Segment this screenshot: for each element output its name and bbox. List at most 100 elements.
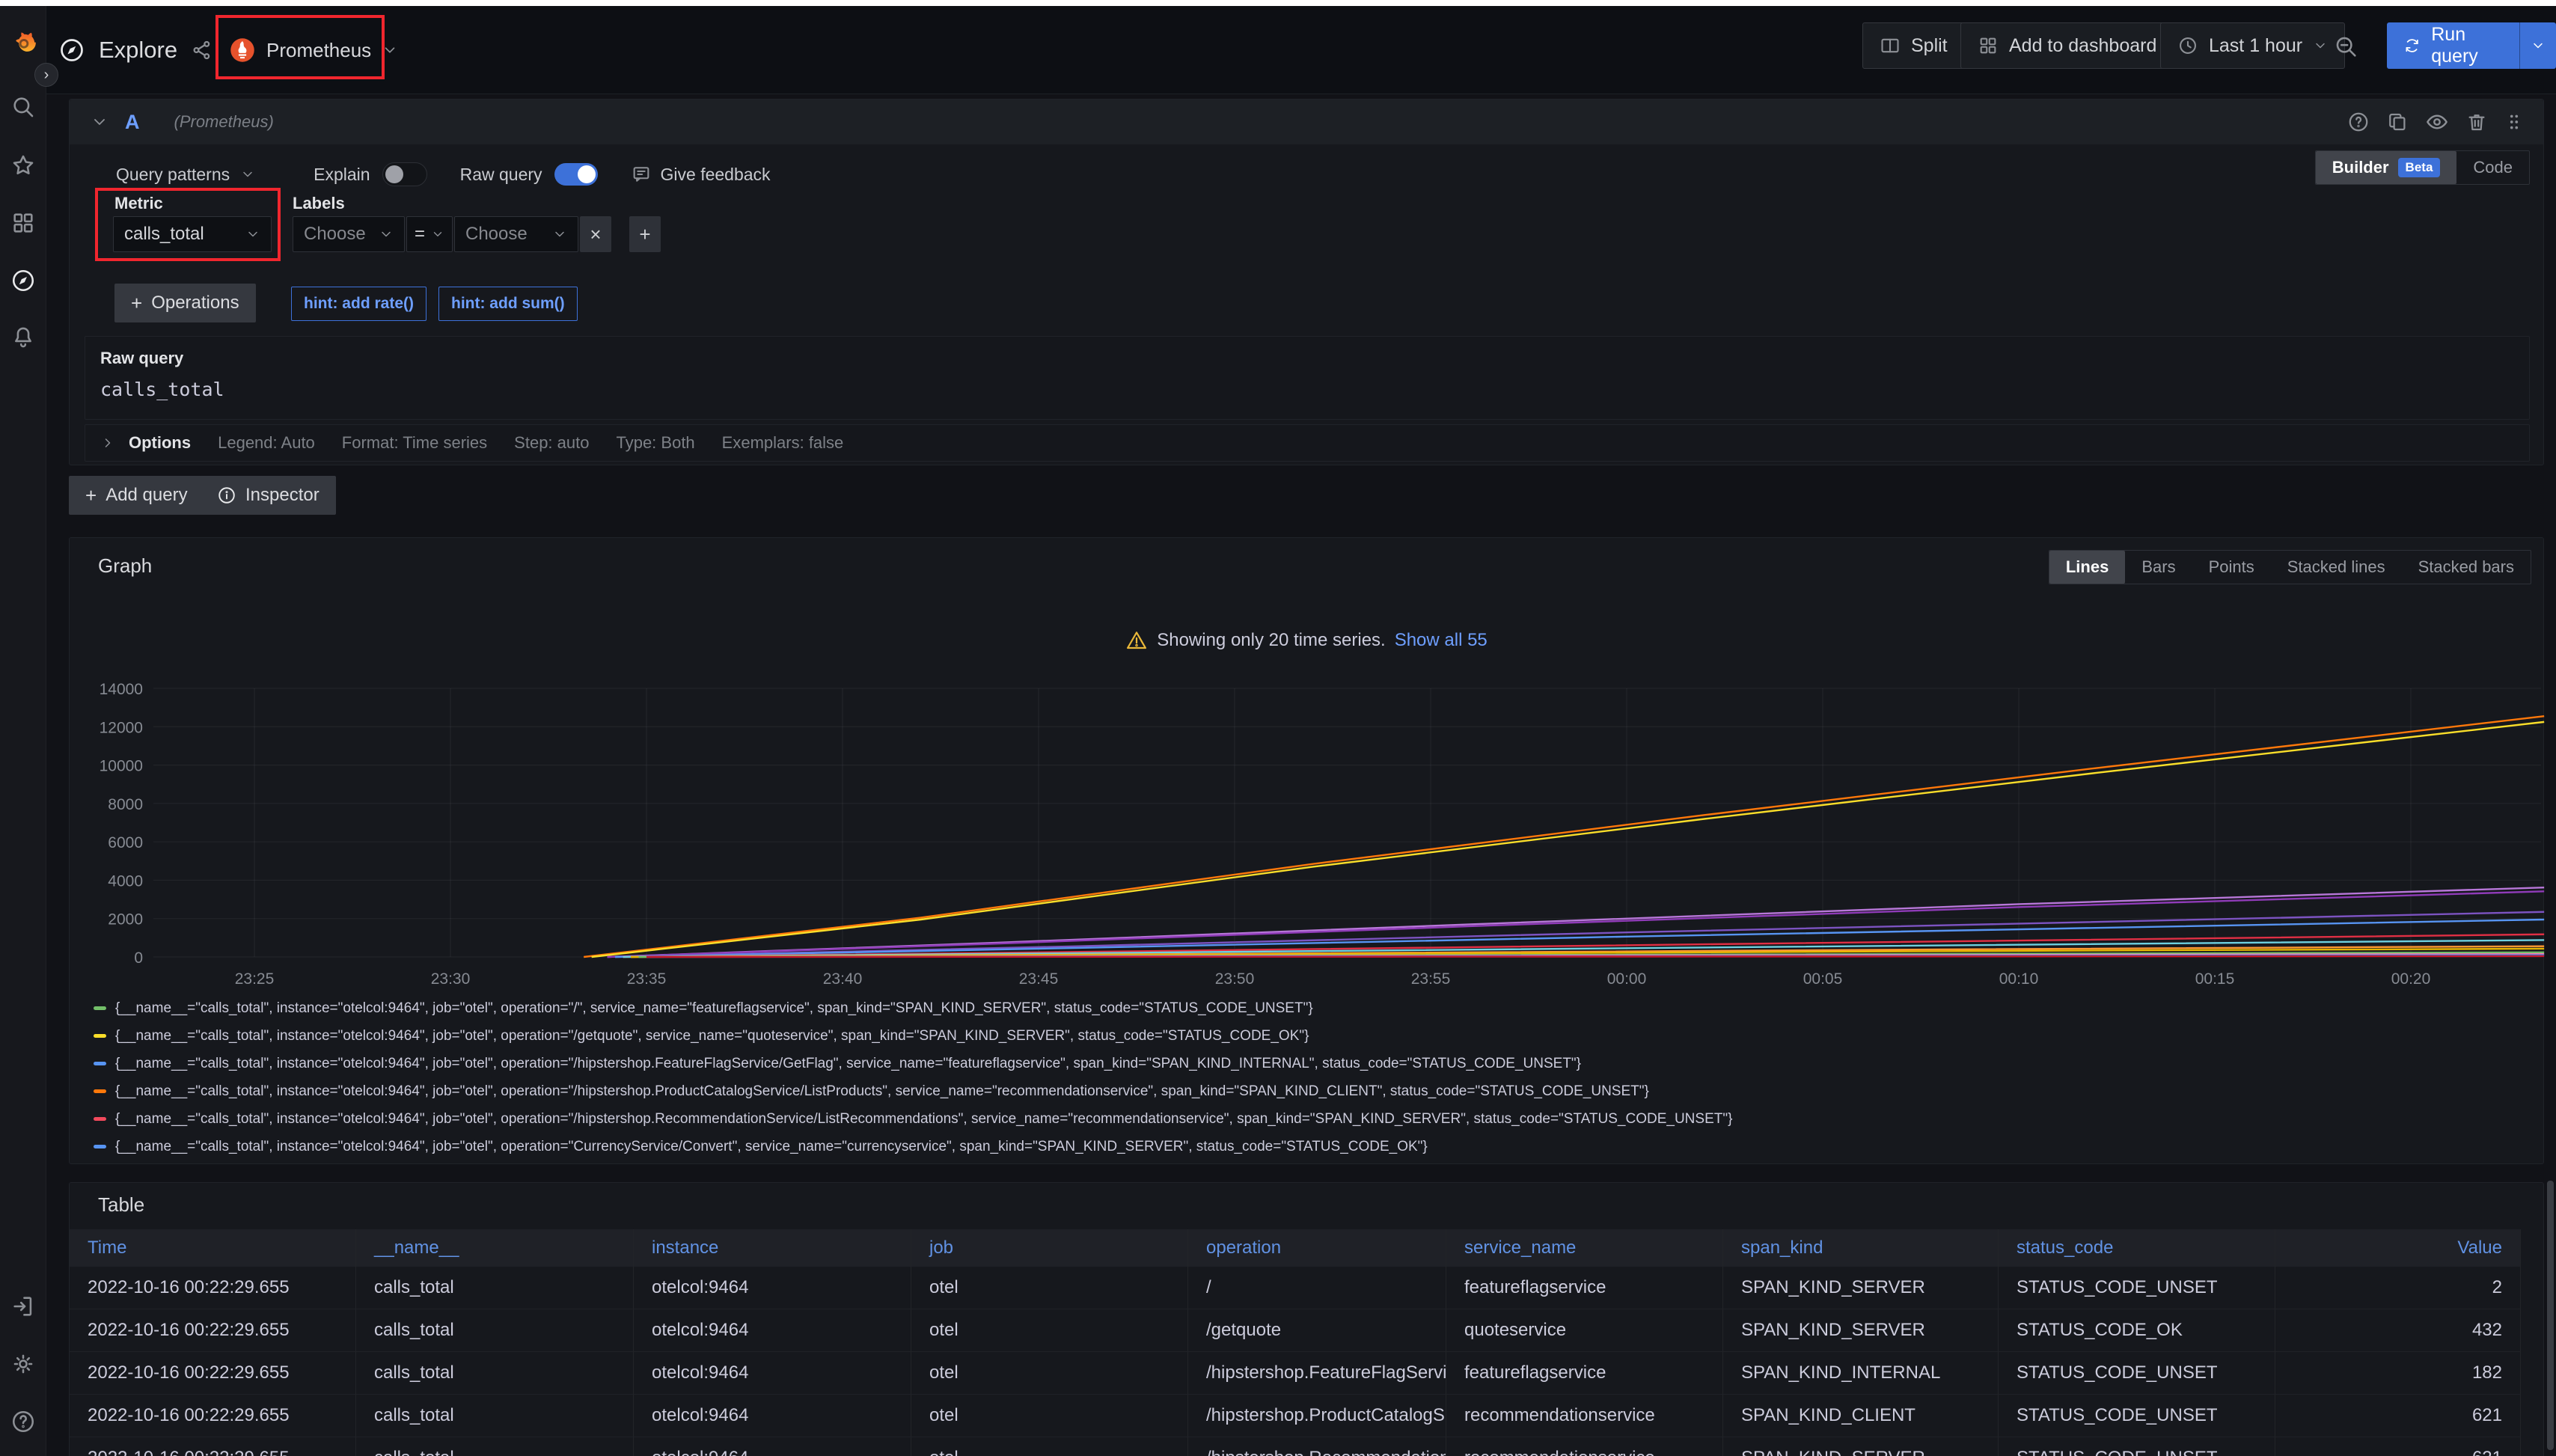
column-header-time[interactable]: Time <box>70 1229 356 1267</box>
graph-style-tab-lines[interactable]: Lines <box>2049 551 2125 584</box>
table-panel-title: Table <box>98 1193 144 1217</box>
refresh-icon <box>2403 35 2421 56</box>
table-cell: STATUS_CODE_OK <box>1999 1309 2275 1352</box>
table-cell: 2022-10-16 00:22:29.655 <box>70 1437 356 1456</box>
graph-style-tab-stacked-bars[interactable]: Stacked bars <box>2402 551 2531 584</box>
sidebar-expand-button[interactable]: › <box>34 63 58 87</box>
operations-button[interactable]: + Operations <box>114 284 256 322</box>
eye-icon[interactable] <box>2425 110 2449 134</box>
run-query-button[interactable]: Run query <box>2387 22 2556 69</box>
metric-select[interactable]: calls_total <box>113 216 272 252</box>
page-scrollbar[interactable] <box>2547 1181 2554 1450</box>
legend-series-label: {__name__="calls_total", instance="otelc… <box>115 1111 1732 1128</box>
alerting-bell-icon[interactable] <box>10 325 36 350</box>
run-query-label: Run query <box>2431 24 2503 67</box>
inspector-button[interactable]: Inspector <box>201 476 336 515</box>
query-patterns-dropdown[interactable]: Query patterns <box>116 165 255 185</box>
drag-handle-icon[interactable] <box>2504 111 2524 133</box>
graph-style-tab-bars[interactable]: Bars <box>2125 551 2192 584</box>
search-icon[interactable] <box>10 94 36 120</box>
option-summary-item: Step: auto <box>514 433 589 453</box>
legend-item[interactable]: {__name__="calls_total", instance="otelc… <box>94 1077 2528 1105</box>
table-cell: 621 <box>2275 1395 2521 1437</box>
graph-style-tabs: LinesBarsPointsStacked linesStacked bars <box>2049 550 2531 584</box>
column-header---name--[interactable]: __name__ <box>356 1229 634 1267</box>
table-cell: SPAN_KIND_SERVER <box>1723 1309 1999 1352</box>
column-header-status-code[interactable]: status_code <box>1999 1229 2275 1267</box>
table-row[interactable]: 2022-10-16 00:22:29.655calls_totalotelco… <box>70 1267 2545 1309</box>
query-row-header[interactable]: A (Prometheus) <box>70 100 2543 144</box>
copy-icon[interactable] <box>2386 111 2409 133</box>
dashboards-icon[interactable] <box>10 210 36 236</box>
table-cell: calls_total <box>356 1267 634 1309</box>
raw-query-toggle[interactable] <box>554 163 598 186</box>
label-key-select[interactable]: Choose <box>293 216 405 252</box>
grafana-logo[interactable] <box>9 28 37 58</box>
builder-mode-tab[interactable]: Builder Beta <box>2316 151 2457 184</box>
query-editor-panel: A (Prometheus) Query patterns <box>69 99 2544 465</box>
datasource-picker[interactable]: Prometheus <box>229 25 398 75</box>
legend-item[interactable]: {__name__="calls_total", instance="otelc… <box>94 1050 2528 1077</box>
query-options-row[interactable]: Options Legend: AutoFormat: Time seriesS… <box>85 424 2530 462</box>
column-header-value[interactable]: Value <box>2275 1229 2521 1267</box>
add-label-filter-button[interactable]: + <box>629 216 661 252</box>
show-all-series-link[interactable]: Show all 55 <box>1395 630 1488 651</box>
star-icon[interactable] <box>10 153 36 178</box>
query-hint-button-1[interactable]: hint: add rate() <box>291 287 426 321</box>
legend-item[interactable]: {__name__="calls_total", instance="otelc… <box>94 1022 2528 1050</box>
chevron-down-icon <box>552 227 567 242</box>
table-cell: SPAN_KIND_CLIENT <box>1723 1395 1999 1437</box>
label-value-select[interactable]: Choose <box>454 216 578 252</box>
table-row[interactable]: 2022-10-16 00:22:29.655calls_totalotelco… <box>70 1309 2545 1352</box>
label-operator-select[interactable]: = <box>406 216 453 252</box>
sign-in-icon[interactable] <box>10 1294 36 1319</box>
collapse-chevron-icon[interactable] <box>91 113 108 131</box>
run-query-dropdown[interactable] <box>2519 22 2556 69</box>
zoom-out-icon[interactable] <box>2334 34 2359 60</box>
table-row[interactable]: 2022-10-16 00:22:29.655calls_totalotelco… <box>70 1352 2545 1395</box>
option-summary-item: Exemplars: false <box>722 433 844 453</box>
code-mode-tab[interactable]: Code <box>2456 151 2529 184</box>
table-cell: STATUS_CODE_UNSET <box>1999 1437 2275 1456</box>
add-to-dashboard-button[interactable]: Add to dashboard <box>1960 22 2174 69</box>
option-summary-item: Legend: Auto <box>218 433 315 453</box>
table-cell: 2022-10-16 00:22:29.655 <box>70 1267 356 1309</box>
explore-icon[interactable] <box>10 268 36 293</box>
split-button[interactable]: Split <box>1862 22 1965 69</box>
table-row[interactable]: 2022-10-16 00:22:29.655calls_totalotelco… <box>70 1437 2545 1456</box>
explore-compass-icon <box>58 37 85 64</box>
table-cell: 432 <box>2275 1309 2521 1352</box>
table-cell: otel <box>911 1352 1188 1395</box>
query-hint-button-2[interactable]: hint: add sum() <box>438 287 578 321</box>
table-cell: STATUS_CODE_UNSET <box>1999 1352 2275 1395</box>
remove-label-filter-button[interactable]: × <box>580 216 611 252</box>
legend-series-label: {__name__="calls_total", instance="otelc… <box>115 1139 1428 1155</box>
chevron-down-icon <box>379 227 394 242</box>
add-query-button[interactable]: + Add query <box>69 476 204 515</box>
graph-style-tab-stacked-lines[interactable]: Stacked lines <box>2271 551 2402 584</box>
add-to-dashboard-label: Add to dashboard <box>2009 35 2156 57</box>
trash-icon[interactable] <box>2465 111 2488 133</box>
column-header-instance[interactable]: instance <box>634 1229 911 1267</box>
give-feedback-button[interactable]: Give feedback <box>631 164 771 185</box>
column-header-span-kind[interactable]: span_kind <box>1723 1229 1999 1267</box>
explain-toggle[interactable] <box>382 162 427 186</box>
legend-item[interactable]: {__name__="calls_total", instance="otelc… <box>94 1105 2528 1133</box>
column-header-operation[interactable]: operation <box>1188 1229 1446 1267</box>
legend-item[interactable]: {__name__="calls_total", instance="otelc… <box>94 994 2528 1022</box>
table-cell: calls_total <box>356 1395 634 1437</box>
table-cell: 2022-10-16 00:22:29.655 <box>70 1309 356 1352</box>
column-header-service-name[interactable]: service_name <box>1446 1229 1723 1267</box>
graph-style-tab-points[interactable]: Points <box>2192 551 2271 584</box>
column-header-job[interactable]: job <box>911 1229 1188 1267</box>
time-range-picker[interactable]: Last 1 hour <box>2160 22 2345 69</box>
help-icon[interactable] <box>10 1409 36 1434</box>
help-circle-icon[interactable] <box>2347 111 2370 133</box>
settings-gear-icon[interactable] <box>10 1351 36 1377</box>
table-row[interactable]: 2022-10-16 00:22:29.655calls_totalotelco… <box>70 1395 2545 1437</box>
legend-item[interactable]: {__name__="calls_total", instance="otelc… <box>94 1133 2528 1160</box>
share-icon[interactable] <box>191 39 213 61</box>
table-cell: 182 <box>2275 1352 2521 1395</box>
chevron-down-icon <box>431 227 444 241</box>
top-nav-bar: Explore Prometheus Split <box>0 6 2556 94</box>
